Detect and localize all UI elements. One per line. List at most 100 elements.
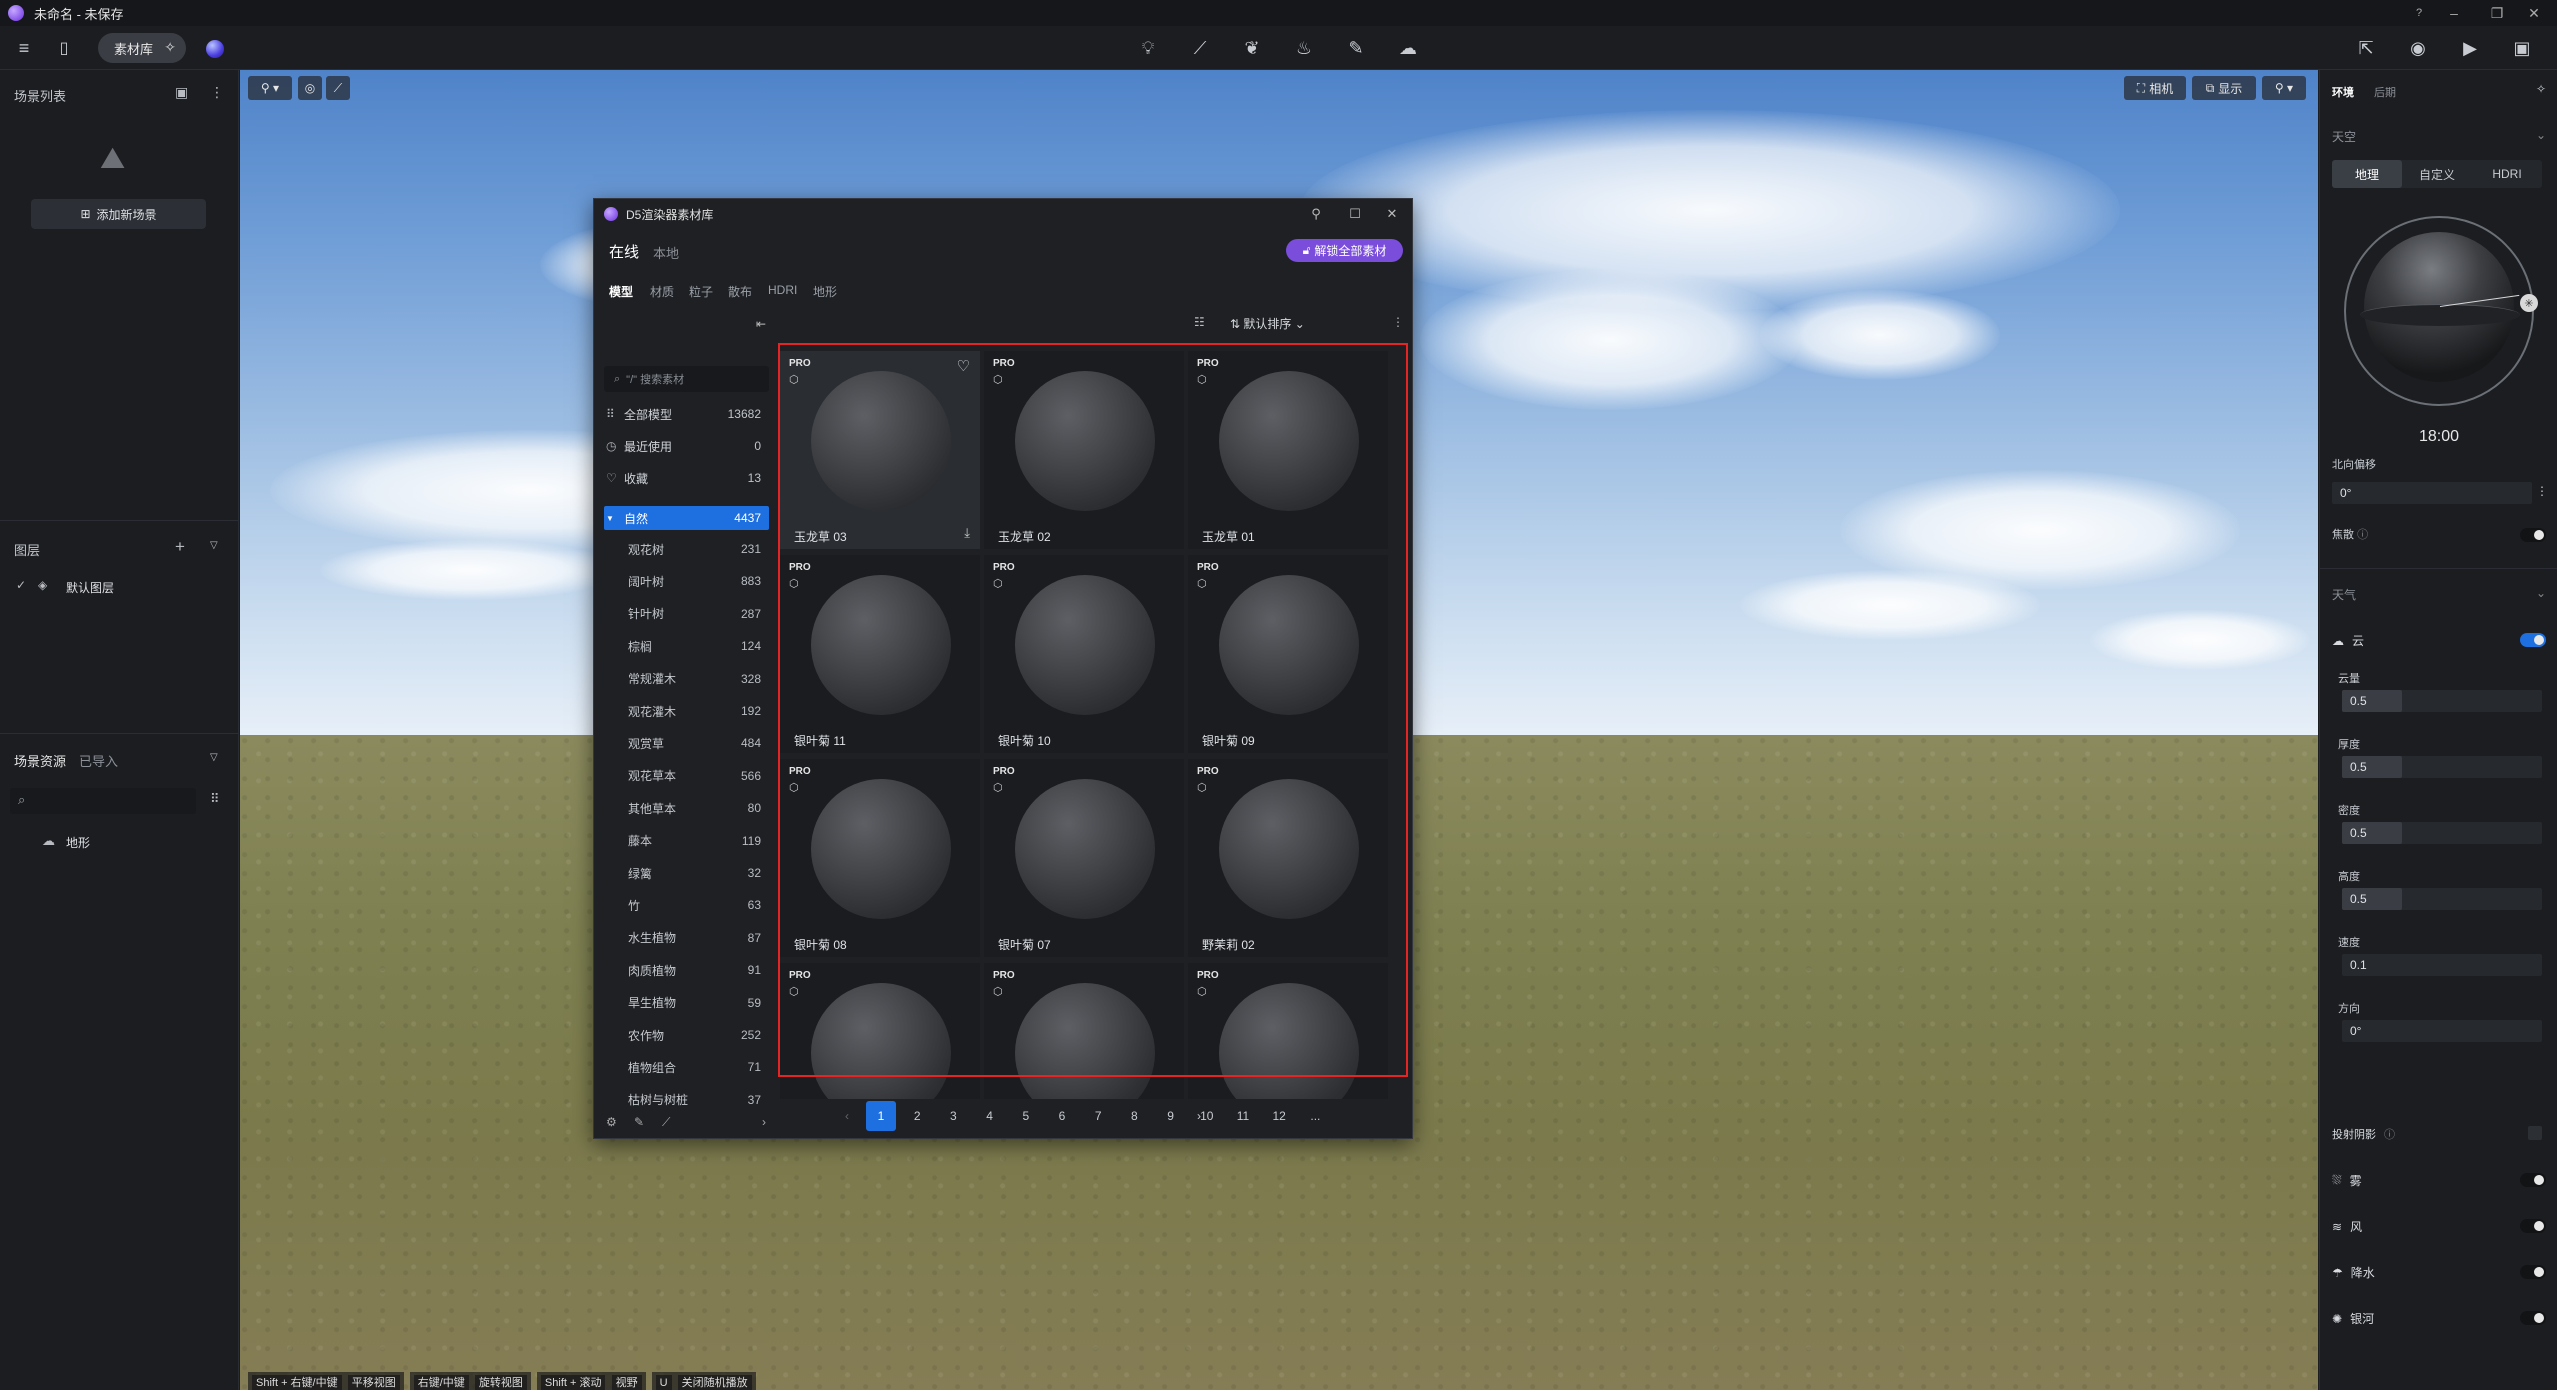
subcategory-item[interactable]: 观赏草 484 (604, 731, 769, 755)
page-button[interactable]: 6 (1047, 1101, 1077, 1131)
page-button[interactable]: 8 (1119, 1101, 1149, 1131)
light-icon[interactable]: 💡︎ (1134, 34, 1162, 62)
camera-icon[interactable]: ◉ (2404, 34, 2432, 62)
page-button[interactable]: ... (1300, 1101, 1330, 1131)
asset-card[interactable]: PRO ⬡ (984, 963, 1184, 1099)
minimize-button[interactable]: – (2431, 0, 2477, 26)
asset-card[interactable]: PRO ⬡ 玉龙草 01 (1188, 351, 1388, 549)
category-1[interactable]: ◷ 最近使用 0 (604, 434, 769, 458)
edit-tool-icon[interactable]: ✎ (634, 1115, 644, 1129)
asset-card[interactable]: PRO ⬡ 银叶菊 07 (984, 759, 1184, 957)
sky-mode-hdri[interactable]: HDRI (2472, 160, 2542, 188)
terrain-item[interactable]: 地形 (66, 834, 90, 851)
page-button[interactable]: 3 (938, 1101, 968, 1131)
image-icon[interactable]: ▣ (175, 84, 188, 101)
subcategory-item[interactable]: 旱生植物 59 (604, 991, 769, 1015)
galaxy-toggle[interactable] (2520, 1311, 2546, 1325)
subcategory-item[interactable]: 观花树 231 (604, 537, 769, 561)
asset-card[interactable]: PRO ⬡ 银叶菊 09 (1188, 555, 1388, 753)
video-icon[interactable]: ▶ (2456, 34, 2484, 62)
close-window-button[interactable]: ✕ (2511, 0, 2557, 26)
path-icon[interactable]: ⟋ (1186, 34, 1214, 62)
tab-models[interactable]: 模型 (609, 283, 633, 300)
slider-1[interactable]: 0.5 (2342, 756, 2542, 778)
subcategory-item[interactable]: 阔叶树 883 (604, 569, 769, 593)
category-nature[interactable]: ▼ 自然 4437 (604, 506, 769, 530)
slider-5[interactable]: 0° (2342, 1020, 2542, 1042)
library-button[interactable]: 素材库 ✧ (98, 33, 186, 63)
sparkle-icon[interactable]: ✧ (2536, 82, 2546, 96)
render-icon[interactable]: ▣ (2508, 34, 2536, 62)
north-offset-input[interactable]: 0° (2332, 482, 2532, 504)
subcategory-item[interactable]: 肉质植物 91 (604, 958, 769, 982)
tab-hdri[interactable]: HDRI (768, 283, 797, 297)
subcategory-item[interactable]: 枯树与树桩 37 (604, 1088, 769, 1112)
tab-scatter[interactable]: 散布 (728, 283, 752, 300)
menu-icon[interactable]: ≡ (10, 34, 38, 62)
asset-card[interactable]: PRO ⬡ 银叶菊 10 (984, 555, 1184, 753)
subcategory-item[interactable]: 棕榈 124 (604, 634, 769, 658)
sky-mode-geo[interactable]: 地理 (2332, 160, 2402, 188)
favorite-heart-icon[interactable]: ♡ (957, 357, 970, 375)
chevron-down-icon[interactable]: ⌄ (2536, 586, 2546, 600)
sky-mode-selector[interactable]: 地理 自定义 HDRI (2332, 160, 2542, 188)
subcategory-item[interactable]: 藤本 119 (604, 829, 769, 853)
subcategory-item[interactable]: 竹 63 (604, 893, 769, 917)
subcategory-item[interactable]: 其他草本 80 (604, 796, 769, 820)
online-tab[interactable]: 在线 (609, 241, 639, 262)
picker-icon[interactable]: ⟋ (326, 76, 350, 100)
scene-assets-tab[interactable]: 场景资源 (14, 751, 66, 770)
view-mode-button[interactable]: ⚲ ▾ (2262, 76, 2306, 100)
model-tool-icon[interactable]: ⚙ (606, 1115, 617, 1129)
asset-card[interactable]: PRO ⬡ 野茉莉 02 (1188, 759, 1388, 957)
pin-icon[interactable]: ⚲ (1307, 205, 1325, 223)
asset-card[interactable]: PRO ⬡ 玉龙草 03 ♡ ⤓ (780, 351, 980, 549)
category-0[interactable]: ⠿ 全部模型 13682 (604, 402, 769, 426)
asset-search-input[interactable]: ⌕ (10, 788, 196, 814)
cast-shadow-checkbox[interactable] (2528, 1126, 2542, 1140)
subcategory-item[interactable]: 观花草本 566 (604, 764, 769, 788)
sky-mode-custom[interactable]: 自定义 (2402, 160, 2472, 188)
maximize-button[interactable]: ☐ (1346, 205, 1364, 223)
cloud-icon[interactable]: ☁ (1394, 34, 1422, 62)
page-button[interactable]: 4 (975, 1101, 1005, 1131)
page-button[interactable]: 5 (1011, 1101, 1041, 1131)
slider-3[interactable]: 0.5 (2342, 888, 2542, 910)
filter-icon[interactable]: ▽ (210, 540, 218, 551)
asset-card[interactable]: PRO ⬡ 玉龙草 02 (984, 351, 1184, 549)
download-icon[interactable]: ⤓ (964, 525, 970, 541)
add-layer-icon[interactable]: + (175, 537, 185, 557)
page-button[interactable]: 11 (1228, 1101, 1258, 1131)
close-library-button[interactable]: ✕ (1383, 205, 1401, 223)
local-tab[interactable]: 本地 (653, 243, 679, 262)
imported-tab[interactable]: 已导入 (79, 751, 118, 770)
leaf-icon[interactable]: ❦ (1238, 34, 1266, 62)
page-button[interactable]: 12 (1264, 1101, 1294, 1131)
category-2[interactable]: ♡ 收藏 13 (604, 466, 769, 490)
prev-page-button[interactable]: ‹ (832, 1101, 862, 1131)
slider-0[interactable]: 0.5 (2342, 690, 2542, 712)
asset-card[interactable]: PRO ⬡ (1188, 963, 1388, 1099)
pen-icon[interactable]: ✎ (1342, 34, 1370, 62)
tab-environment[interactable]: 环境 (2332, 84, 2354, 100)
fire-icon[interactable]: ♨ (1290, 34, 1318, 62)
tab-post[interactable]: 后期 (2374, 84, 2396, 100)
file-icon[interactable]: ▯ (50, 34, 78, 62)
slider-2[interactable]: 0.5 (2342, 822, 2542, 844)
asset-card[interactable]: PRO ⬡ (780, 963, 980, 1099)
asset-card[interactable]: PRO ⬡ 银叶菊 11 (780, 555, 980, 753)
more-icon[interactable]: ⋮ (210, 84, 224, 101)
chevron-right-icon[interactable]: › (762, 1115, 766, 1129)
subcategory-item[interactable]: 绿篱 32 (604, 861, 769, 885)
list-view-icon[interactable]: ☷ (1194, 315, 1205, 329)
sun-icon[interactable]: ✳ (2520, 294, 2538, 312)
next-page-button[interactable]: › (1184, 1101, 1214, 1131)
default-layer-label[interactable]: 默认图层 (66, 579, 114, 596)
transform-tool-button[interactable]: ⚲ ▾ (248, 76, 292, 100)
more-icon[interactable]: ⋮ (1392, 315, 1404, 329)
ai-orb-icon[interactable] (206, 40, 224, 58)
display-button[interactable]: ⧉ 显示 (2192, 76, 2256, 100)
subcategory-item[interactable]: 观花灌木 192 (604, 699, 769, 723)
asset-card[interactable]: PRO ⬡ 银叶菊 08 (780, 759, 980, 957)
tab-terrain[interactable]: 地形 (813, 283, 837, 300)
